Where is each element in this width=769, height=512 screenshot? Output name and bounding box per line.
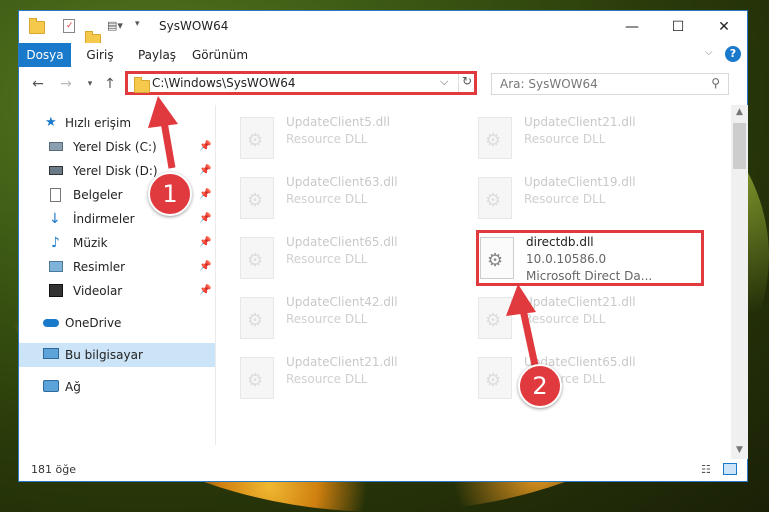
sidebar-item-muzik[interactable]: ♪ Müzik 📌 xyxy=(19,231,215,255)
callout-step-2: 2 xyxy=(518,364,562,408)
list-item[interactable]: UpdateClient42.dll Resource DLL xyxy=(240,293,460,349)
drive-icon xyxy=(49,166,63,175)
title-bar: ✓ ▤▾ ▾ SysWOW64 — ☐ ✕ xyxy=(19,11,747,47)
video-icon xyxy=(49,284,63,297)
pictures-icon xyxy=(49,261,63,272)
window-title: SysWOW64 xyxy=(159,19,229,33)
pin-icon[interactable]: 📌 xyxy=(199,231,211,255)
minimize-button[interactable]: — xyxy=(609,11,655,43)
tab-giris[interactable]: Giriş xyxy=(77,43,123,67)
list-item[interactable]: UpdateClient21.dll Resource DLL xyxy=(478,293,698,349)
callout-step-1: 1 xyxy=(148,172,192,216)
highlight-box-file xyxy=(476,230,704,286)
list-item[interactable]: UpdateClient65.dll Resource DLL xyxy=(478,353,698,409)
list-item[interactable]: UpdateClient63.dll Resource DLL xyxy=(240,173,460,229)
forward-arrow-icon[interactable]: → xyxy=(57,75,75,93)
pin-icon[interactable]: 📌 xyxy=(199,183,211,207)
sidebar-item-videolar[interactable]: Videolar 📌 xyxy=(19,279,215,303)
details-view-icon[interactable]: ☷ xyxy=(701,463,711,476)
network-icon xyxy=(43,380,59,392)
sidebar-item-this-pc[interactable]: Bu bilgisayar xyxy=(19,343,215,367)
close-button[interactable]: ✕ xyxy=(701,11,747,43)
customize-toolbar-icon[interactable]: ▤▾ xyxy=(107,19,123,37)
maximize-button[interactable]: ☐ xyxy=(655,11,701,43)
back-arrow-icon[interactable]: ← xyxy=(29,75,47,93)
ribbon-tabs: Dosya Giriş Paylaş Görünüm ⌵ ? xyxy=(19,43,747,67)
pin-icon[interactable]: 📌 xyxy=(199,159,211,183)
music-icon: ♪ xyxy=(51,235,60,251)
large-icons-view-icon[interactable] xyxy=(723,463,737,475)
dll-file-icon xyxy=(240,357,274,399)
pin-icon[interactable]: 📌 xyxy=(199,255,211,279)
sidebar-item-onedrive[interactable]: OneDrive xyxy=(19,311,215,335)
download-icon: ↓ xyxy=(49,211,61,227)
scroll-up-icon[interactable]: ▲ xyxy=(731,107,748,117)
dll-file-icon xyxy=(240,237,274,279)
folder-icon xyxy=(29,18,45,34)
address-bar[interactable]: C:\Windows\SysWOW64 ⌵ ↻ xyxy=(125,71,477,95)
up-arrow-icon[interactable]: ↑ xyxy=(101,75,119,93)
address-folder-icon xyxy=(134,77,150,93)
star-icon: ★ xyxy=(45,115,57,130)
search-icon: ⚲ xyxy=(711,76,720,90)
vertical-scrollbar[interactable]: ▲ ▼ xyxy=(731,105,748,459)
sidebar-item-resimler[interactable]: Resimler 📌 xyxy=(19,255,215,279)
list-item[interactable]: UpdateClient19.dll Resource DLL xyxy=(478,173,698,229)
dll-file-icon xyxy=(478,357,512,399)
sidebar-item-network[interactable]: Ağ xyxy=(19,375,215,399)
sidebar-item-indirmeler[interactable]: ↓ İndirmeler 📌 xyxy=(19,207,215,231)
documents-icon xyxy=(50,188,61,202)
drive-icon xyxy=(49,142,63,151)
dll-file-icon xyxy=(478,297,512,339)
refresh-icon[interactable]: ↻ xyxy=(458,74,475,92)
list-item[interactable]: UpdateClient21.dll Resource DLL xyxy=(240,353,460,409)
navigation-bar: ← → ▾ ↑ C:\Windows\SysWOW64 ⌵ ↻ Ara: Sys… xyxy=(19,69,747,99)
address-path: C:\Windows\SysWOW64 xyxy=(152,76,296,90)
sidebar-item-quick-access[interactable]: ★ Hızlı erişim xyxy=(19,111,215,135)
address-dropdown-icon[interactable]: ⌵ xyxy=(440,75,448,89)
dll-file-icon xyxy=(478,177,512,219)
cloud-icon xyxy=(43,319,59,327)
list-item[interactable]: UpdateClient5.dll Resource DLL xyxy=(240,113,460,169)
pin-icon[interactable]: 📌 xyxy=(199,135,211,159)
status-bar: 181 öğe ☷ xyxy=(19,459,747,481)
tab-gorunum[interactable]: Görünüm xyxy=(189,43,251,67)
scrollbar-thumb[interactable] xyxy=(733,123,746,169)
dll-file-icon xyxy=(478,117,512,159)
sidebar-item-disk-c[interactable]: Yerel Disk (C:) 📌 xyxy=(19,135,215,159)
list-item[interactable]: UpdateClient65.dll Resource DLL xyxy=(240,233,460,289)
search-placeholder: Ara: SysWOW64 xyxy=(500,77,598,91)
dll-file-icon xyxy=(240,117,274,159)
file-explorer-window: ✓ ▤▾ ▾ SysWOW64 — ☐ ✕ Dosya Giriş Paylaş… xyxy=(18,10,748,482)
computer-icon xyxy=(43,348,59,359)
properties-icon[interactable]: ✓ xyxy=(63,19,75,33)
dll-file-icon xyxy=(240,177,274,219)
chevron-down-icon[interactable]: ⌵ xyxy=(705,47,713,58)
dll-file-icon xyxy=(240,297,274,339)
list-item[interactable]: UpdateClient21.dll Resource DLL xyxy=(478,113,698,169)
item-count: 181 öğe xyxy=(31,463,76,476)
navigation-pane: ★ Hızlı erişim Yerel Disk (C:) 📌 Yerel D… xyxy=(19,105,215,445)
quick-access-dropdown-icon[interactable]: ▾ xyxy=(135,19,140,37)
pin-icon[interactable]: 📌 xyxy=(199,207,211,231)
help-icon[interactable]: ? xyxy=(725,46,741,62)
tab-dosya[interactable]: Dosya xyxy=(19,43,71,67)
pin-icon[interactable]: 📌 xyxy=(199,279,211,303)
recent-dropdown-icon[interactable]: ▾ xyxy=(81,75,99,93)
tab-paylas[interactable]: Paylaş xyxy=(131,43,183,67)
search-input[interactable]: Ara: SysWOW64 ⚲ xyxy=(491,73,729,95)
scroll-down-icon[interactable]: ▼ xyxy=(731,445,748,455)
